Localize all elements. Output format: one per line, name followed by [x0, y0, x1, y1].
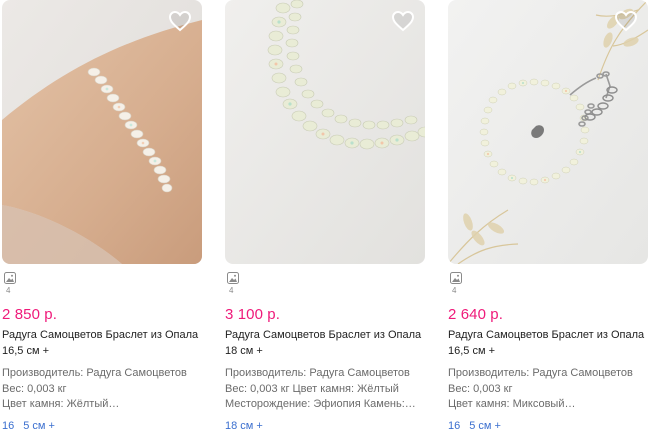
product-photo[interactable] — [2, 0, 202, 264]
product-title-line[interactable]: 18 см + — [225, 343, 430, 359]
size-option[interactable]: 18 см + — [225, 420, 263, 432]
favorite-heart-icon[interactable] — [614, 10, 638, 32]
size-option[interactable]: 5 см + — [23, 420, 55, 432]
size-options: 18 см + — [225, 420, 272, 432]
product-title-line[interactable]: 16,5 см + — [2, 343, 207, 359]
attribute-line: Цвет камня: Миксовый… — [448, 398, 576, 410]
photo-count: 4 — [229, 286, 234, 295]
size-options: 16 5 см + — [2, 420, 64, 432]
favorite-heart-icon[interactable] — [391, 10, 415, 32]
product-title-line[interactable]: Радуга Самоцветов Браслет из Опала — [2, 327, 207, 343]
product-photo[interactable] — [225, 0, 425, 264]
product-card[interactable]: 4 3 100 р. Радуга Самоцветов Браслет из … — [225, 0, 425, 439]
product-card[interactable]: 4 2 850 р. Радуга Самоцветов Браслет из … — [2, 0, 202, 439]
attribute-line: Вес: 0,003 кг Цвет камня: Жёлтый — [225, 382, 399, 395]
product-price: 2 850 р. — [2, 306, 58, 323]
product-title[interactable]: Радуга Самоцветов Браслет из Опала 16,5 … — [2, 327, 207, 359]
size-options: 16 5 см + — [448, 420, 510, 432]
product-title-line[interactable]: Радуга Самоцветов Браслет из Опала — [448, 327, 650, 343]
attribute-line: Производитель: Радуга Самоцветов — [225, 367, 410, 379]
favorite-heart-icon[interactable] — [168, 10, 192, 32]
product-photo[interactable] — [448, 0, 648, 264]
product-title-line[interactable]: Радуга Самоцветов Браслет из Опала — [225, 327, 430, 343]
product-title[interactable]: Радуга Самоцветов Браслет из Опала 16,5 … — [448, 327, 650, 359]
size-option[interactable]: 16 — [448, 420, 460, 432]
product-title[interactable]: Радуга Самоцветов Браслет из Опала 18 см… — [225, 327, 430, 359]
product-attributes: Производитель: Радуга Самоцветов Вес: 0,… — [448, 366, 648, 413]
image-stack-icon: 4 — [450, 272, 464, 296]
attribute-line: Вес: 0,003 кг — [448, 382, 513, 395]
attribute-line: Вес: 0,003 кг — [2, 382, 67, 395]
product-card[interactable]: 4 2 640 р. Радуга Самоцветов Браслет из … — [448, 0, 648, 439]
product-attributes: Производитель: Радуга Самоцветов Вес: 0,… — [225, 366, 425, 413]
attribute-line: Месторождение: Эфиопия Камень:… — [225, 398, 416, 410]
product-photo-image — [448, 0, 648, 264]
attribute-line: Цвет камня: Жёлтый… — [2, 398, 120, 410]
attribute-line: Производитель: Радуга Самоцветов — [448, 367, 633, 379]
product-photo-image — [2, 0, 202, 264]
image-stack-icon: 4 — [4, 272, 18, 296]
photo-count: 4 — [6, 286, 11, 295]
product-title-line[interactable]: 16,5 см + — [448, 343, 650, 359]
photo-count: 4 — [452, 286, 457, 295]
attribute-line: Производитель: Радуга Самоцветов — [2, 367, 187, 379]
size-option[interactable]: 5 см + — [469, 420, 501, 432]
image-stack-icon: 4 — [227, 272, 241, 296]
product-price: 3 100 р. — [225, 306, 281, 323]
size-option[interactable]: 16 — [2, 420, 14, 432]
product-photo-image — [225, 0, 425, 264]
product-price: 2 640 р. — [448, 306, 504, 323]
product-attributes: Производитель: Радуга Самоцветов Вес: 0,… — [2, 366, 202, 413]
